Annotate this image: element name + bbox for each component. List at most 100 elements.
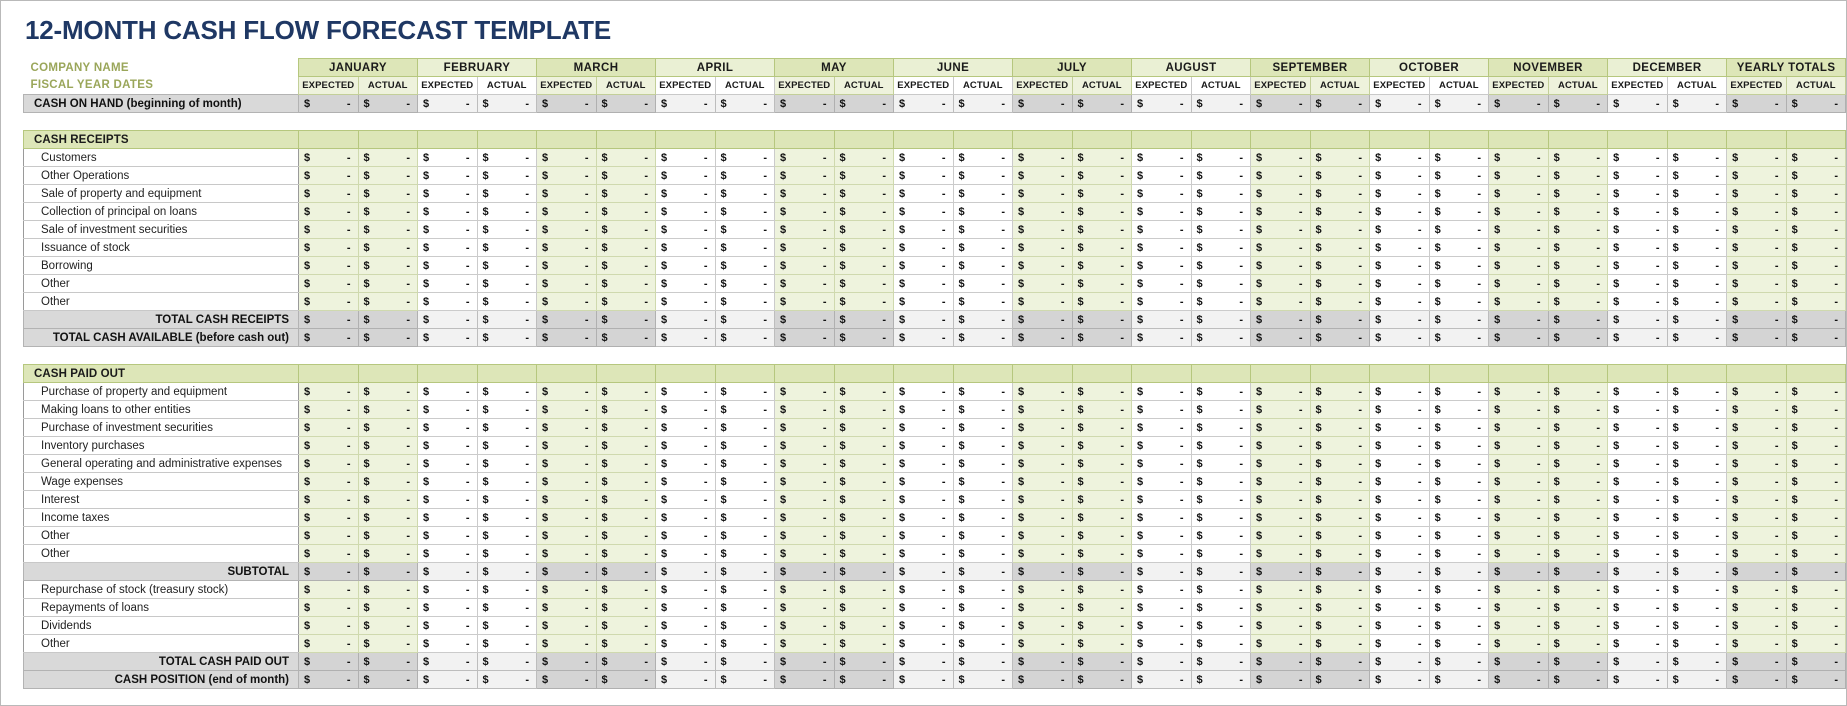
cell-interest-july-actual[interactable]: $ -	[1071, 490, 1133, 509]
cell-cash-receipts-header-february-actual[interactable]	[476, 130, 538, 149]
cell-paid-out-other-2-june-actual[interactable]: $ -	[952, 544, 1014, 563]
cell-total-cash-available-august-expected[interactable]: $ -	[1131, 328, 1192, 347]
cell-sale-of-investment-securities-march-expected[interactable]: $ -	[536, 220, 597, 239]
cell-sale-of-investment-securities-september-actual[interactable]: $ -	[1309, 220, 1371, 239]
cell-purchase-of-property-and-equipment-september-expected[interactable]: $ -	[1250, 382, 1311, 401]
cell-income-taxes-november-expected[interactable]: $ -	[1488, 508, 1549, 527]
cell-purchase-of-investment-securities-august-actual[interactable]: $ -	[1190, 418, 1252, 437]
cell-dividends-june-actual[interactable]: $ -	[952, 616, 1014, 635]
cell-general-operating-and-administrative-expenses-september-actual[interactable]: $ -	[1309, 454, 1371, 473]
cell-sale-of-property-and-equipment-april-actual[interactable]: $ -	[714, 184, 776, 203]
cell-paid-out-other-2-july-expected[interactable]: $ -	[1012, 544, 1073, 563]
cell-interest-february-actual[interactable]: $ -	[476, 490, 538, 509]
cell-borrowing-august-expected[interactable]: $ -	[1131, 256, 1192, 275]
cell-collection-of-principal-on-loans-july-actual[interactable]: $ -	[1071, 202, 1133, 221]
cell-sale-of-property-and-equipment-june-expected[interactable]: $ -	[893, 184, 954, 203]
cell-total-cash-available-august-actual[interactable]: $ -	[1190, 328, 1252, 347]
cell-interest-june-expected[interactable]: $ -	[893, 490, 954, 509]
cell-paid-out-other-3-january-expected[interactable]: $ -	[298, 634, 359, 653]
cell-cash-position-december-actual[interactable]: $ -	[1666, 670, 1728, 689]
cell-income-taxes-february-expected[interactable]: $ -	[417, 508, 478, 527]
cell-total-cash-available-july-expected[interactable]: $ -	[1012, 328, 1073, 347]
cell-receipts-other-1-january-actual[interactable]: $ -	[357, 274, 418, 293]
cell-borrowing-yearly-totals-expected[interactable]: $ -	[1726, 256, 1787, 275]
cell-cash-position-april-expected[interactable]: $ -	[655, 670, 716, 689]
cell-purchase-of-property-and-equipment-december-actual[interactable]: $ -	[1666, 382, 1728, 401]
cell-receipts-other-2-november-expected[interactable]: $ -	[1488, 292, 1549, 311]
cell-cash-on-hand-yearly-totals-actual[interactable]: $ -	[1785, 94, 1847, 113]
cell-purchase-of-property-and-equipment-july-expected[interactable]: $ -	[1012, 382, 1073, 401]
cell-general-operating-and-administrative-expenses-april-expected[interactable]: $ -	[655, 454, 716, 473]
cell-issuance-of-stock-april-actual[interactable]: $ -	[714, 238, 776, 257]
cell-income-taxes-august-expected[interactable]: $ -	[1131, 508, 1192, 527]
cell-sale-of-investment-securities-august-expected[interactable]: $ -	[1131, 220, 1192, 239]
cell-total-cash-receipts-december-expected[interactable]: $ -	[1607, 310, 1668, 329]
cell-sale-of-investment-securities-june-expected[interactable]: $ -	[893, 220, 954, 239]
cell-receipts-other-1-may-expected[interactable]: $ -	[774, 274, 835, 293]
cell-total-cash-receipts-march-expected[interactable]: $ -	[536, 310, 597, 329]
cell-subtotal-july-actual[interactable]: $ -	[1071, 562, 1133, 581]
cell-purchase-of-investment-securities-september-actual[interactable]: $ -	[1309, 418, 1371, 437]
cell-customers-january-actual[interactable]: $ -	[357, 148, 418, 167]
cell-receipts-other-2-december-actual[interactable]: $ -	[1666, 292, 1728, 311]
cell-paid-out-other-2-january-actual[interactable]: $ -	[357, 544, 418, 563]
cell-repurchase-of-stock-march-expected[interactable]: $ -	[536, 580, 597, 599]
cell-repurchase-of-stock-july-actual[interactable]: $ -	[1071, 580, 1133, 599]
cell-repurchase-of-stock-june-actual[interactable]: $ -	[952, 580, 1014, 599]
cell-paid-out-other-3-december-actual[interactable]: $ -	[1666, 634, 1728, 653]
cell-paid-out-other-1-april-actual[interactable]: $ -	[714, 526, 776, 545]
cell-total-cash-receipts-march-actual[interactable]: $ -	[595, 310, 657, 329]
cell-inventory-purchases-may-actual[interactable]: $ -	[833, 436, 895, 455]
cell-cash-paid-out-header-may-expected[interactable]	[774, 364, 835, 383]
cell-subtotal-october-expected[interactable]: $ -	[1369, 562, 1430, 581]
cell-dividends-june-expected[interactable]: $ -	[893, 616, 954, 635]
cell-collection-of-principal-on-loans-november-actual[interactable]: $ -	[1547, 202, 1609, 221]
cell-cash-paid-out-header-april-actual[interactable]	[714, 364, 776, 383]
cell-general-operating-and-administrative-expenses-may-expected[interactable]: $ -	[774, 454, 835, 473]
cell-paid-out-other-1-january-actual[interactable]: $ -	[357, 526, 418, 545]
cell-total-cash-available-march-expected[interactable]: $ -	[536, 328, 597, 347]
cell-paid-out-other-1-march-expected[interactable]: $ -	[536, 526, 597, 545]
cell-total-cash-receipts-february-actual[interactable]: $ -	[476, 310, 538, 329]
cell-total-cash-paid-out-november-expected[interactable]: $ -	[1488, 652, 1549, 671]
cell-making-loans-to-other-entities-october-actual[interactable]: $ -	[1428, 400, 1490, 419]
cell-sale-of-property-and-equipment-november-actual[interactable]: $ -	[1547, 184, 1609, 203]
cell-cash-on-hand-july-actual[interactable]: $ -	[1071, 94, 1133, 113]
cell-inventory-purchases-june-expected[interactable]: $ -	[893, 436, 954, 455]
cell-interest-october-expected[interactable]: $ -	[1369, 490, 1430, 509]
cell-subtotal-february-actual[interactable]: $ -	[476, 562, 538, 581]
cell-paid-out-other-2-october-expected[interactable]: $ -	[1369, 544, 1430, 563]
cell-receipts-other-1-august-expected[interactable]: $ -	[1131, 274, 1192, 293]
cell-inventory-purchases-july-actual[interactable]: $ -	[1071, 436, 1133, 455]
cell-issuance-of-stock-april-expected[interactable]: $ -	[655, 238, 716, 257]
cell-total-cash-paid-out-december-actual[interactable]: $ -	[1666, 652, 1728, 671]
cell-repayments-of-loans-july-actual[interactable]: $ -	[1071, 598, 1133, 617]
cell-purchase-of-investment-securities-july-expected[interactable]: $ -	[1012, 418, 1073, 437]
cell-other-operations-june-actual[interactable]: $ -	[952, 166, 1014, 185]
cell-income-taxes-november-actual[interactable]: $ -	[1547, 508, 1609, 527]
cell-issuance-of-stock-august-expected[interactable]: $ -	[1131, 238, 1192, 257]
cell-cash-paid-out-header-march-expected[interactable]	[536, 364, 597, 383]
cell-repurchase-of-stock-december-actual[interactable]: $ -	[1666, 580, 1728, 599]
cell-total-cash-receipts-june-actual[interactable]: $ -	[952, 310, 1014, 329]
cell-purchase-of-investment-securities-april-expected[interactable]: $ -	[655, 418, 716, 437]
cell-paid-out-other-3-july-actual[interactable]: $ -	[1071, 634, 1133, 653]
cell-dividends-april-expected[interactable]: $ -	[655, 616, 716, 635]
cell-purchase-of-investment-securities-yearly-totals-expected[interactable]: $ -	[1726, 418, 1787, 437]
cell-inventory-purchases-yearly-totals-expected[interactable]: $ -	[1726, 436, 1787, 455]
cell-customers-march-expected[interactable]: $ -	[536, 148, 597, 167]
cell-cash-position-june-expected[interactable]: $ -	[893, 670, 954, 689]
cell-receipts-other-1-january-expected[interactable]: $ -	[298, 274, 359, 293]
cell-cash-receipts-header-may-expected[interactable]	[774, 130, 835, 149]
cell-wage-expenses-august-expected[interactable]: $ -	[1131, 472, 1192, 491]
cell-interest-yearly-totals-actual[interactable]: $ -	[1785, 490, 1847, 509]
cell-subtotal-september-expected[interactable]: $ -	[1250, 562, 1311, 581]
cell-making-loans-to-other-entities-october-expected[interactable]: $ -	[1369, 400, 1430, 419]
cell-cash-on-hand-october-actual[interactable]: $ -	[1428, 94, 1490, 113]
cell-cash-receipts-header-yearly-totals-expected[interactable]	[1726, 130, 1787, 149]
cell-total-cash-receipts-august-expected[interactable]: $ -	[1131, 310, 1192, 329]
cell-paid-out-other-3-december-expected[interactable]: $ -	[1607, 634, 1668, 653]
cell-wage-expenses-may-expected[interactable]: $ -	[774, 472, 835, 491]
cell-purchase-of-property-and-equipment-yearly-totals-expected[interactable]: $ -	[1726, 382, 1787, 401]
cell-repurchase-of-stock-july-expected[interactable]: $ -	[1012, 580, 1073, 599]
